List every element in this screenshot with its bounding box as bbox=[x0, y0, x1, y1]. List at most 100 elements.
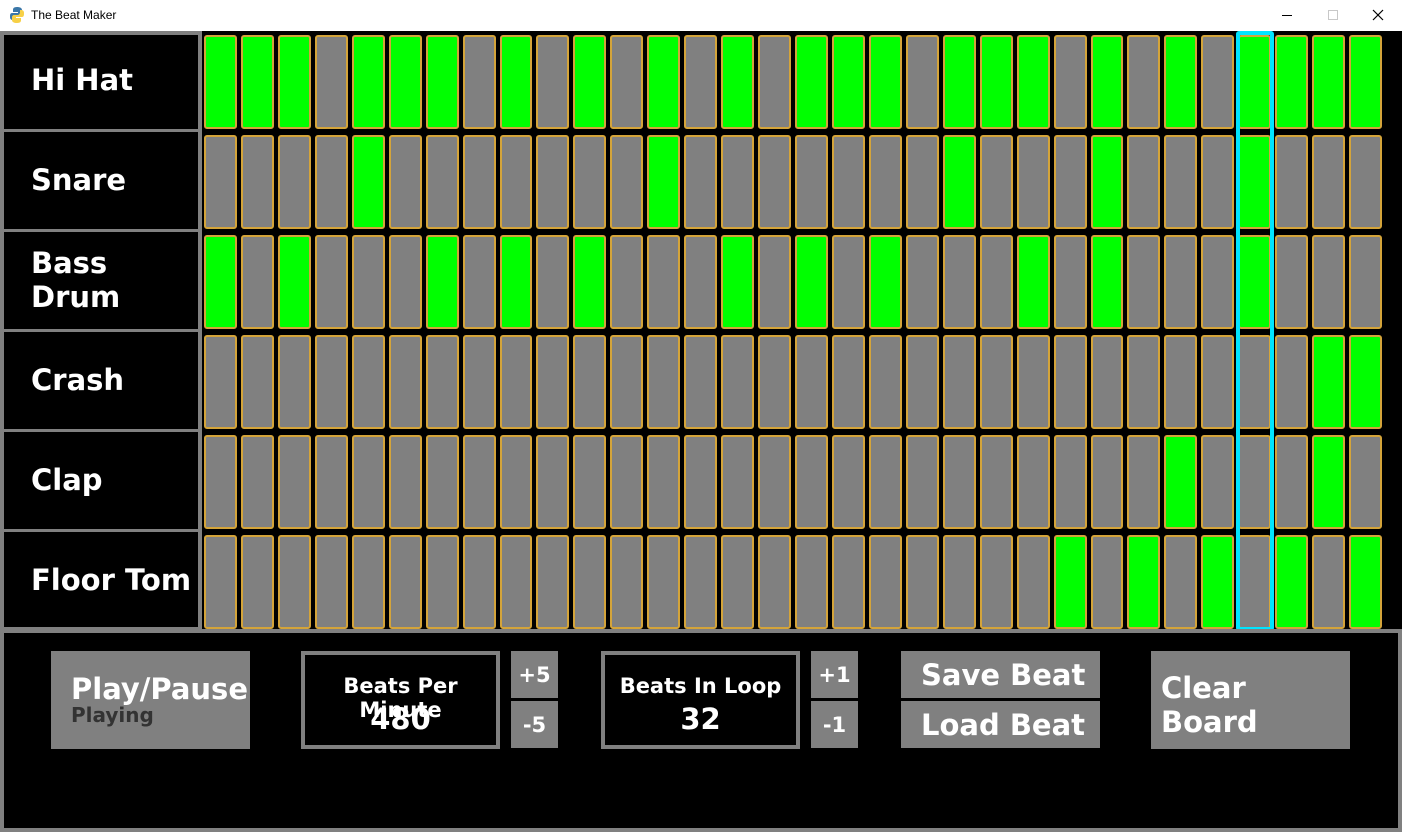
beat-cell[interactable] bbox=[1016, 535, 1050, 629]
beat-cell[interactable] bbox=[942, 435, 976, 529]
beat-cell[interactable] bbox=[1016, 435, 1050, 529]
beat-cell[interactable] bbox=[1275, 535, 1309, 629]
beat-cell[interactable] bbox=[684, 435, 718, 529]
beat-cell[interactable] bbox=[868, 335, 902, 429]
beat-cell[interactable] bbox=[684, 235, 718, 329]
beat-cell[interactable] bbox=[758, 235, 791, 329]
beat-cell[interactable] bbox=[979, 235, 1013, 329]
beat-cell[interactable] bbox=[314, 135, 348, 229]
beat-cell[interactable] bbox=[868, 35, 902, 129]
beat-cell[interactable] bbox=[462, 535, 496, 629]
beat-cell[interactable] bbox=[1164, 135, 1198, 229]
beat-cell[interactable] bbox=[351, 535, 385, 629]
beat-cell[interactable] bbox=[721, 135, 755, 229]
beat-cell[interactable] bbox=[1238, 135, 1272, 229]
beat-cell[interactable] bbox=[647, 335, 681, 429]
beat-cell[interactable] bbox=[536, 435, 570, 529]
beat-cell[interactable] bbox=[536, 235, 570, 329]
beat-cell[interactable] bbox=[573, 435, 607, 529]
beat-cell[interactable] bbox=[721, 435, 755, 529]
bpm-decrease-button[interactable]: -5 bbox=[511, 701, 558, 748]
beat-cell[interactable] bbox=[204, 435, 237, 529]
beat-cell[interactable] bbox=[240, 135, 274, 229]
beat-cell[interactable] bbox=[868, 135, 902, 229]
beat-cell[interactable] bbox=[351, 135, 385, 229]
beat-cell[interactable] bbox=[1164, 335, 1198, 429]
beat-cell[interactable] bbox=[905, 35, 939, 129]
beat-cell[interactable] bbox=[979, 35, 1013, 129]
beat-cell[interactable] bbox=[388, 535, 422, 629]
beat-cell[interactable] bbox=[314, 435, 348, 529]
beats-decrease-button[interactable]: -1 bbox=[811, 701, 858, 748]
beat-cell[interactable] bbox=[1016, 135, 1050, 229]
beat-cell[interactable] bbox=[240, 35, 274, 129]
beat-cell[interactable] bbox=[905, 535, 939, 629]
beat-cell[interactable] bbox=[1016, 35, 1050, 129]
beat-cell[interactable] bbox=[1053, 35, 1087, 129]
beat-cell[interactable] bbox=[1201, 535, 1235, 629]
beats-increase-button[interactable]: +1 bbox=[811, 651, 858, 698]
beat-cell[interactable] bbox=[1053, 535, 1087, 629]
beat-cell[interactable] bbox=[462, 435, 496, 529]
beat-cell[interactable] bbox=[831, 335, 865, 429]
beat-cell[interactable] bbox=[1164, 535, 1198, 629]
beat-cell[interactable] bbox=[536, 135, 570, 229]
beat-cell[interactable] bbox=[425, 235, 459, 329]
beat-cell[interactable] bbox=[204, 135, 237, 229]
beat-cell[interactable] bbox=[684, 535, 718, 629]
beat-cell[interactable] bbox=[758, 135, 791, 229]
beat-cell[interactable] bbox=[868, 235, 902, 329]
beat-cell[interactable] bbox=[277, 535, 311, 629]
beat-cell[interactable] bbox=[1312, 35, 1346, 129]
beat-cell[interactable] bbox=[1349, 535, 1382, 629]
beat-cell[interactable] bbox=[499, 135, 533, 229]
beat-cell[interactable] bbox=[795, 235, 828, 329]
beat-cell[interactable] bbox=[831, 235, 865, 329]
beat-cell[interactable] bbox=[795, 135, 828, 229]
beat-cell[interactable] bbox=[647, 235, 681, 329]
beat-cell[interactable] bbox=[314, 335, 348, 429]
beat-cell[interactable] bbox=[240, 435, 274, 529]
beat-cell[interactable] bbox=[1201, 35, 1235, 129]
beat-cell[interactable] bbox=[647, 435, 681, 529]
beat-cell[interactable] bbox=[684, 335, 718, 429]
beat-cell[interactable] bbox=[1349, 135, 1382, 229]
beat-cell[interactable] bbox=[905, 435, 939, 529]
beat-cell[interactable] bbox=[647, 35, 681, 129]
beat-cell[interactable] bbox=[1312, 235, 1346, 329]
beat-cell[interactable] bbox=[536, 335, 570, 429]
beat-cell[interactable] bbox=[1312, 535, 1346, 629]
beat-cell[interactable] bbox=[425, 135, 459, 229]
beat-cell[interactable] bbox=[462, 335, 496, 429]
beat-cell[interactable] bbox=[795, 35, 828, 129]
beat-cell[interactable] bbox=[351, 335, 385, 429]
beat-cell[interactable] bbox=[1349, 335, 1382, 429]
beat-cell[interactable] bbox=[425, 35, 459, 129]
maximize-button[interactable] bbox=[1310, 0, 1356, 31]
beat-cell[interactable] bbox=[868, 435, 902, 529]
beat-cell[interactable] bbox=[462, 235, 496, 329]
beat-cell[interactable] bbox=[942, 35, 976, 129]
beat-cell[interactable] bbox=[610, 435, 644, 529]
beat-cell[interactable] bbox=[721, 235, 755, 329]
beat-cell[interactable] bbox=[573, 35, 607, 129]
beat-cell[interactable] bbox=[684, 135, 718, 229]
beat-cell[interactable] bbox=[1090, 435, 1124, 529]
beat-cell[interactable] bbox=[1275, 335, 1309, 429]
beat-cell[interactable] bbox=[1090, 135, 1124, 229]
beat-cell[interactable] bbox=[1312, 335, 1346, 429]
beat-cell[interactable] bbox=[831, 435, 865, 529]
beat-cell[interactable] bbox=[610, 235, 644, 329]
beat-cell[interactable] bbox=[942, 135, 976, 229]
beat-cell[interactable] bbox=[1053, 435, 1087, 529]
beat-cell[interactable] bbox=[610, 335, 644, 429]
beat-cell[interactable] bbox=[1164, 35, 1198, 129]
beat-cell[interactable] bbox=[1238, 35, 1272, 129]
beat-cell[interactable] bbox=[573, 535, 607, 629]
beat-cell[interactable] bbox=[647, 135, 681, 229]
beat-cell[interactable] bbox=[425, 535, 459, 629]
beat-cell[interactable] bbox=[831, 135, 865, 229]
beat-cell[interactable] bbox=[868, 535, 902, 629]
beat-cell[interactable] bbox=[462, 35, 496, 129]
beat-cell[interactable] bbox=[1275, 435, 1309, 529]
